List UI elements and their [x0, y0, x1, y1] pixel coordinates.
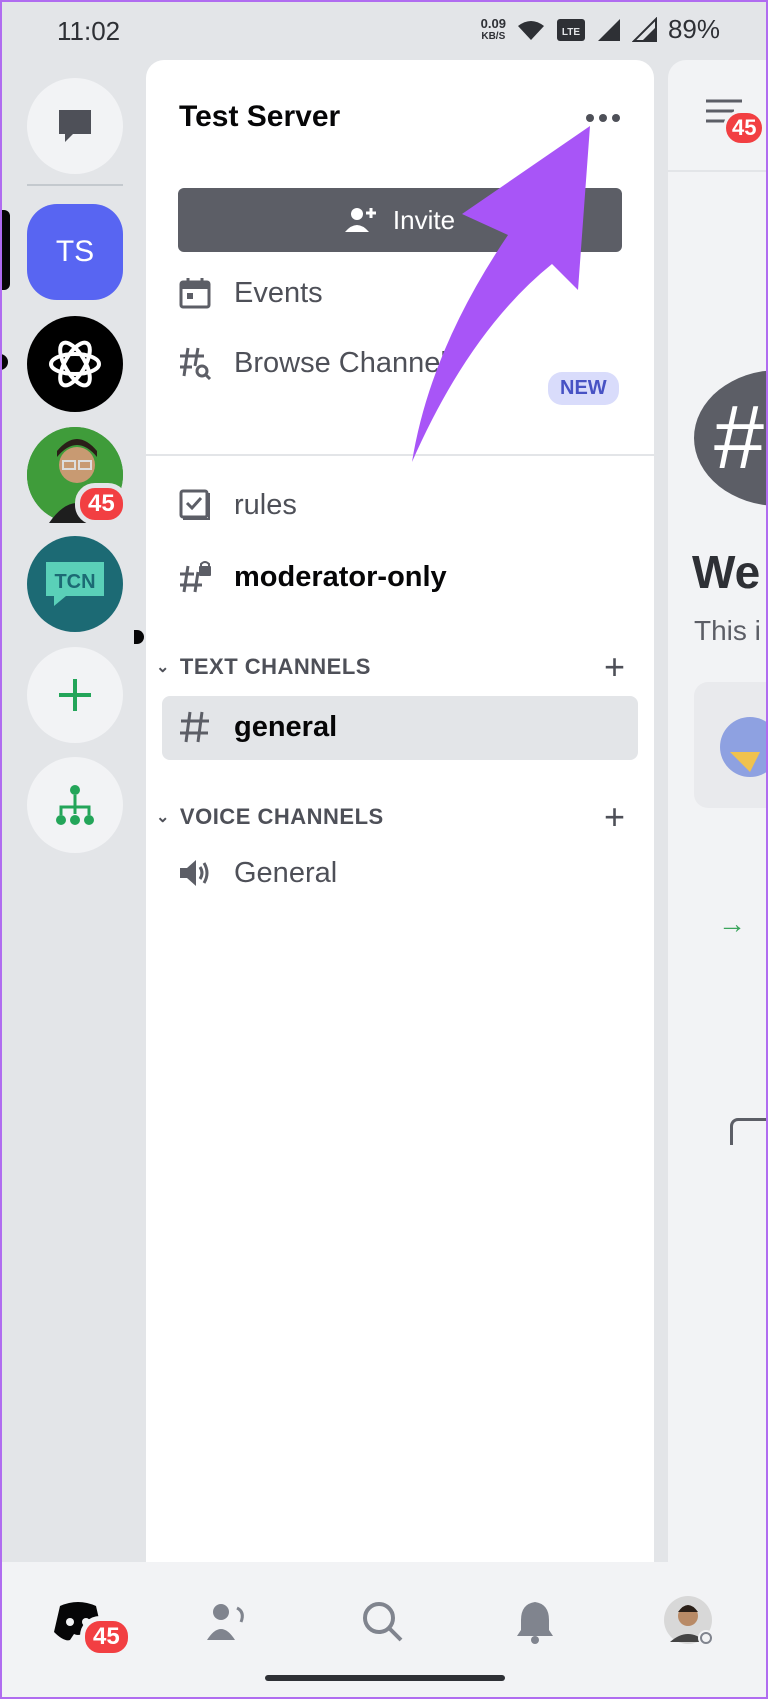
annotation-arrow	[412, 126, 590, 462]
